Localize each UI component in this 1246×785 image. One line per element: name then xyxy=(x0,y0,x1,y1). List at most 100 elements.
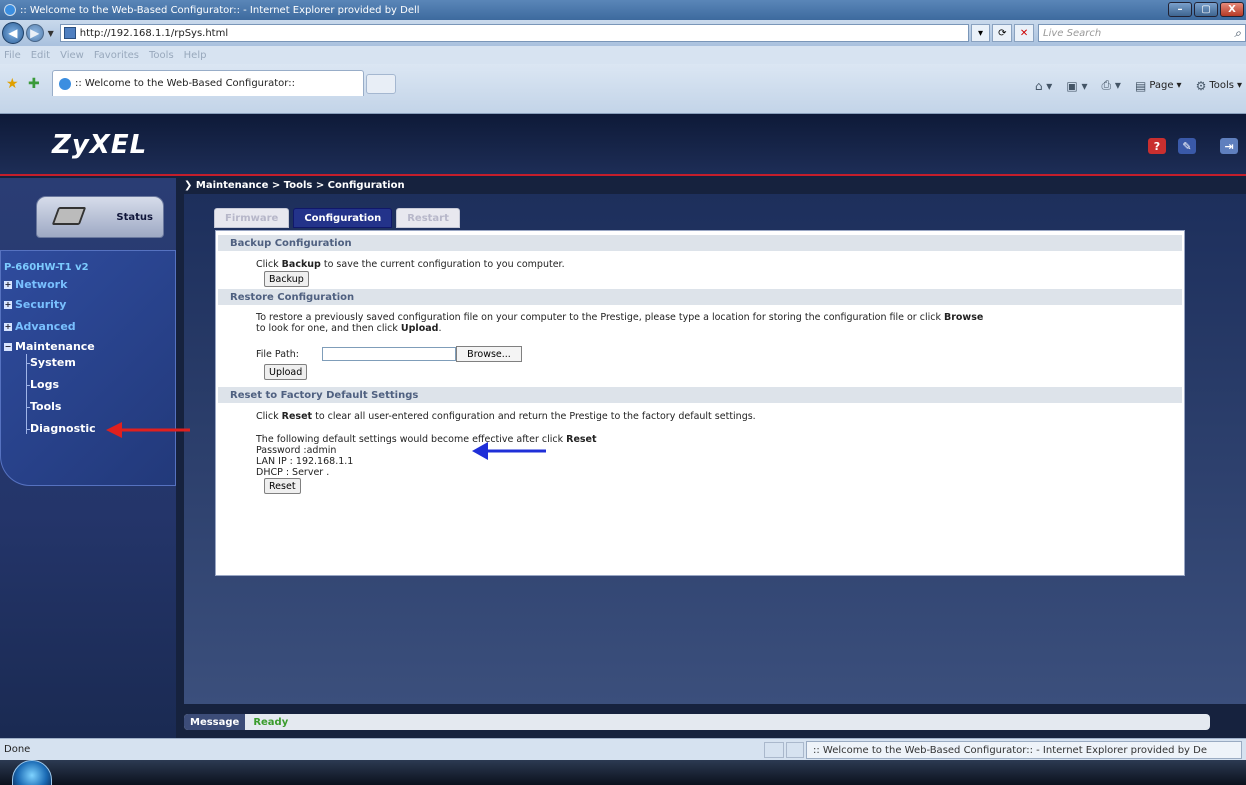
backup-button[interactable]: Backup xyxy=(264,271,309,287)
tab-ie-icon xyxy=(59,77,71,90)
refresh-icon[interactable]: ⟳ xyxy=(992,24,1013,42)
collapse-icon: − xyxy=(4,341,12,351)
print-icon[interactable]: ⎙ ▾ xyxy=(1102,78,1121,93)
search-input[interactable]: Live Search ⌕ xyxy=(1038,24,1246,42)
menu-favorites[interactable]: Favorites xyxy=(94,50,139,61)
expand-icon: + xyxy=(4,321,12,331)
restore-description-line1: To restore a previously saved configurat… xyxy=(256,312,983,323)
restore-text-bold2: Upload xyxy=(400,323,439,334)
message-label: Message xyxy=(184,714,246,730)
status-text: Done xyxy=(4,744,31,755)
reset-button[interactable]: Reset xyxy=(264,478,301,494)
sidebar: Status P-660HW-T1 v2 + Network + Security … xyxy=(0,178,176,738)
sidebar-item-system[interactable]: System xyxy=(30,356,76,369)
new-tab-button[interactable] xyxy=(366,74,396,94)
logout-icon[interactable]: ⇥ xyxy=(1220,138,1238,154)
menu-tools[interactable]: Tools xyxy=(149,50,174,61)
config-tabs: Firmware Configuration Restart xyxy=(214,208,460,228)
reset-defaults-bold: Reset xyxy=(566,434,597,445)
blue-annotation-arrow-icon xyxy=(472,442,546,460)
backup-text-post: to save the current configuration to you… xyxy=(320,259,565,270)
reset-heading: Reset to Factory Default Settings xyxy=(218,387,1182,403)
backup-description: Click Backup to save the current configu… xyxy=(256,259,565,270)
url-input[interactable]: http://192.168.1.1/rpSys.html xyxy=(59,24,969,42)
tools-menu-label: Tools xyxy=(1209,80,1234,91)
upload-button[interactable]: Upload xyxy=(264,364,308,380)
forward-icon[interactable]: ▶ xyxy=(25,24,44,42)
url-text: http://192.168.1.1/rpSys.html xyxy=(79,27,229,39)
sidebar-item-label: Network xyxy=(15,278,68,291)
restore-text-bold: Browse xyxy=(943,312,984,323)
status-cell xyxy=(786,742,804,758)
menu-bar: File Edit View Favorites Tools Help xyxy=(0,46,1246,64)
sidebar-item-label: Maintenance xyxy=(15,340,95,353)
page-menu[interactable]: ▤ Page ▾ xyxy=(1135,79,1182,93)
restore-text-pre2: to look for one, and then click xyxy=(256,323,401,334)
help-icon[interactable]: ? xyxy=(1148,138,1166,154)
restore-heading: Restore Configuration xyxy=(218,289,1182,305)
nav-menu: P-660HW-T1 v2 + Network + Security + Advanc… xyxy=(0,250,176,486)
window-titlebar: :: Welcome to the Web-Based Configurator… xyxy=(0,0,1246,20)
status-icon xyxy=(51,207,87,225)
sidebar-item-advanced[interactable]: + Advanced xyxy=(4,320,76,333)
maximize-button[interactable]: ▢ xyxy=(1194,2,1218,17)
stop-icon[interactable]: ✕ xyxy=(1014,24,1035,42)
page-menu-icon: ▤ xyxy=(1134,78,1147,93)
backup-text-bold: Backup xyxy=(281,259,321,270)
expand-icon: + xyxy=(4,279,12,289)
reset-text-post: to clear all user-entered configuration … xyxy=(312,411,756,422)
file-path-input[interactable] xyxy=(322,347,456,361)
tree-line xyxy=(26,354,27,434)
expand-icon: + xyxy=(4,299,12,309)
reset-text-pre: Click xyxy=(256,411,282,422)
page-icon xyxy=(63,27,76,39)
main-content: Firmware Configuration Restart Backup Co… xyxy=(184,194,1246,704)
menu-help[interactable]: Help xyxy=(184,50,207,61)
back-icon[interactable]: ◀ xyxy=(2,22,24,44)
add-favorites-icon[interactable]: ✚ xyxy=(28,76,40,92)
red-arrow-head xyxy=(106,422,122,438)
message-bar: Message Ready xyxy=(184,714,1210,730)
search-icon[interactable]: ⌕ xyxy=(1234,26,1241,41)
blue-arrow-head xyxy=(472,442,488,460)
home-icon[interactable]: ⌂ ▾ xyxy=(1035,79,1052,93)
wizard-icon[interactable]: ✎ xyxy=(1178,138,1196,154)
app-header: ZyXEL ? ✎ ⇥ xyxy=(0,114,1246,176)
search-placeholder: Live Search xyxy=(1043,27,1102,39)
tab-firmware[interactable]: Firmware xyxy=(214,208,290,228)
sidebar-item-security[interactable]: + Security xyxy=(4,298,66,311)
url-dropdown-icon[interactable]: ▾ xyxy=(970,24,991,42)
status-label: Status xyxy=(116,211,153,223)
sidebar-item-maintenance[interactable]: − Maintenance xyxy=(4,340,95,353)
default-password: Password :admin xyxy=(256,445,337,456)
backup-heading: Backup Configuration xyxy=(218,235,1182,251)
tools-menu[interactable]: ⚙ Tools ▾ xyxy=(1196,79,1242,93)
browser-tab[interactable]: :: Welcome to the Web-Based Configurator… xyxy=(52,70,364,96)
sidebar-item-tools[interactable]: Tools xyxy=(30,400,61,413)
sidebar-item-label: Advanced xyxy=(15,320,76,333)
browser-status-bar: Done :: Welcome to the Web-Based Configu… xyxy=(0,738,1246,760)
tab-configuration[interactable]: Configuration xyxy=(293,208,393,228)
status-button[interactable]: Status xyxy=(36,196,164,238)
reset-text-bold: Reset xyxy=(281,411,313,422)
feeds-icon[interactable]: ▣ ▾ xyxy=(1066,79,1087,93)
sidebar-item-diagnostic[interactable]: Diagnostic xyxy=(30,422,96,435)
sidebar-item-logs[interactable]: Logs xyxy=(30,378,59,391)
device-model: P-660HW-T1 v2 xyxy=(4,262,89,273)
breadcrumb-text: Maintenance > Tools > Configuration xyxy=(195,180,405,191)
breadcrumb-arrow-icon: ❯ xyxy=(184,180,196,191)
minimize-button[interactable]: – xyxy=(1168,2,1192,17)
history-dropdown-icon[interactable]: ▼ xyxy=(48,29,54,38)
tab-restart[interactable]: Restart xyxy=(396,208,460,228)
menu-edit[interactable]: Edit xyxy=(31,50,50,61)
menu-file[interactable]: File xyxy=(4,50,21,61)
taskbar-window-item[interactable]: :: Welcome to the Web-Based Configurator… xyxy=(806,741,1242,759)
menu-view[interactable]: View xyxy=(60,50,84,61)
start-orb-icon[interactable] xyxy=(12,760,52,785)
red-annotation-arrow-icon xyxy=(106,422,190,438)
favorites-star-icon[interactable]: ★ xyxy=(6,76,19,92)
configuration-panel: Backup Configuration Click Backup to sav… xyxy=(215,230,1185,576)
close-button[interactable]: X xyxy=(1220,2,1244,17)
sidebar-item-network[interactable]: + Network xyxy=(4,278,67,291)
browse-button[interactable]: Browse... xyxy=(456,346,522,362)
